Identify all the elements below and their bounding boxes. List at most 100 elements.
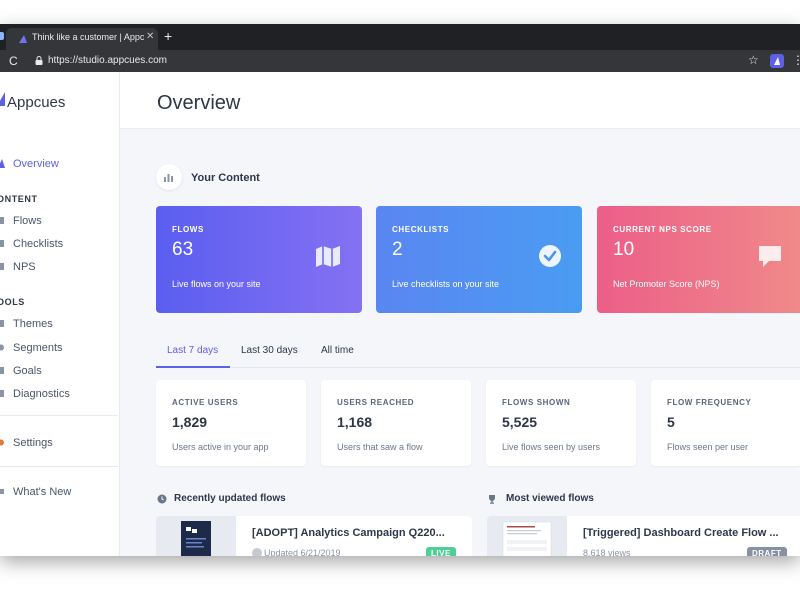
sidebar: Appcues Overview ONTENT Flows Checklists… (0, 72, 120, 556)
flow-thumbnail (156, 516, 236, 556)
card-value: 2 (392, 239, 403, 260)
goals-icon (0, 367, 4, 374)
sidebar-item-label: Goals (13, 365, 42, 377)
chat-bubble-icon (759, 246, 781, 267)
trophy-icon (489, 495, 495, 504)
sidebar-item-label: What's New (13, 486, 72, 498)
card-value: 63 (172, 239, 194, 260)
stat-value: 1,829 (172, 414, 208, 430)
tools-section-heading: OOLS (0, 297, 25, 307)
status-badge: LIVE (426, 547, 456, 556)
url-field[interactable]: https://studio.appcues.com (48, 55, 167, 66)
your-content-title: Your Content (191, 172, 260, 184)
flows-card[interactable]: FLOWS 63 Live flows on your site (156, 206, 362, 313)
reload-icon[interactable]: C (9, 54, 18, 68)
stat-label: ACTIVE USERS (172, 398, 239, 407)
stat-description: Users active in your app (172, 442, 269, 452)
card-description: Live flows on your site (172, 279, 261, 289)
sidebar-divider (0, 466, 118, 467)
megaphone-icon (0, 489, 4, 494)
your-content-icon-wrapper (156, 164, 182, 190)
stat-label: FLOW FREQUENCY (667, 398, 752, 407)
flow-thumbnail (487, 516, 567, 556)
main-content: Overview Your Content FLOWS 63 Live flow… (120, 72, 800, 556)
card-description: Net Promoter Score (NPS) (613, 279, 720, 289)
checklists-card[interactable]: CHECKLISTS 2 Live checklists on your sit… (376, 206, 582, 313)
page-title: Overview (157, 92, 241, 114)
brand-name: Appcues (7, 94, 66, 111)
close-tab-icon[interactable]: ✕ (146, 31, 154, 42)
browser-menu-icon[interactable]: ⋮ (792, 53, 800, 67)
browser-window: Think like a customer | Appcues ✕ + C ht… (0, 24, 800, 556)
sidebar-item-label: Overview (13, 158, 59, 170)
tab-all-time[interactable]: All time (321, 345, 354, 356)
card-description: Live checklists on your site (392, 279, 500, 289)
appcues-app: Appcues Overview ONTENT Flows Checklists… (0, 72, 800, 556)
nps-icon (0, 263, 4, 270)
stat-card-users-reached: USERS REACHED 1,168 Users that saw a flo… (321, 380, 471, 466)
sidebar-item-label: NPS (13, 261, 36, 273)
sidebar-item-label: Settings (13, 437, 53, 449)
tab-last-7-days[interactable]: Last 7 days (167, 345, 218, 356)
status-badge: DRAFT (747, 547, 787, 556)
segments-icon (0, 344, 4, 351)
most-viewed-heading: Most viewed flows (506, 493, 594, 504)
tab-last-30-days[interactable]: Last 30 days (241, 345, 298, 356)
gear-icon (0, 439, 4, 446)
stat-description: Flows seen per user (667, 442, 749, 452)
card-label: CURRENT NPS SCORE (613, 225, 712, 234)
stat-label: USERS REACHED (337, 398, 415, 407)
sidebar-item-label: Diagnostics (13, 388, 70, 400)
avatar (252, 548, 262, 556)
sidebar-item-label: Checklists (13, 238, 64, 250)
stat-card-flows-shown: FLOWS SHOWN 5,525 Live flows seen by use… (486, 380, 636, 466)
recent-flow-card[interactable]: [ADOPT] Analytics Campaign Q220... Updat… (156, 516, 472, 556)
flow-title[interactable]: [ADOPT] Analytics Campaign Q220... (252, 527, 445, 539)
flow-view-count: 8,618 views (583, 548, 631, 556)
diagnostics-icon (0, 390, 4, 397)
browser-tab[interactable]: Think like a customer | Appcues ✕ (6, 28, 158, 50)
tab-bar: Think like a customer | Appcues ✕ + (0, 24, 800, 50)
viewed-flow-card[interactable]: [Triggered] Dashboard Create Flow ... 8,… (487, 516, 800, 556)
bar-chart-icon (164, 174, 173, 182)
card-value: 10 (613, 239, 635, 260)
new-tab-button[interactable]: + (164, 29, 172, 43)
card-label: FLOWS (172, 225, 204, 234)
stat-value: 5,525 (502, 414, 538, 430)
flow-updated-date: Updated 6/21/2019 (264, 548, 341, 556)
map-icon (0, 217, 4, 224)
sidebar-item-label: Themes (13, 318, 53, 330)
stat-card-flow-frequency: FLOW FREQUENCY 5 Flows seen per user (651, 380, 800, 466)
address-bar: C https://studio.appcues.com ☆ ⋮ (0, 50, 800, 72)
stat-value: 1,168 (337, 414, 373, 430)
stat-card-active-users: ACTIVE USERS 1,829 Users active in your … (156, 380, 306, 466)
checklist-icon (0, 240, 4, 247)
tab-title: Think like a customer | Appcues (32, 32, 144, 42)
page-header: Overview (120, 72, 800, 129)
stat-description: Users that saw a flow (337, 442, 423, 452)
stat-value: 5 (667, 414, 675, 430)
sidebar-item-label: Flows (13, 215, 42, 227)
overview-icon (0, 159, 5, 168)
appcues-favicon-icon (19, 35, 27, 43)
bookmark-star-icon[interactable]: ☆ (748, 53, 759, 67)
theme-icon (0, 320, 4, 327)
sidebar-divider (0, 415, 118, 416)
nps-card[interactable]: CURRENT NPS SCORE 10 Net Promoter Score … (597, 206, 800, 313)
lock-icon (35, 56, 43, 65)
tab-divider (156, 367, 800, 368)
sidebar-item-label: Segments (13, 342, 63, 354)
recently-updated-heading: Recently updated flows (174, 493, 286, 504)
appcues-logo-icon (0, 92, 5, 106)
stat-label: FLOWS SHOWN (502, 398, 571, 407)
content-section-heading: ONTENT (0, 194, 38, 204)
appcues-extension-icon[interactable] (770, 54, 784, 68)
stat-description: Live flows seen by users (502, 442, 601, 452)
map-icon (316, 246, 340, 267)
clock-icon (157, 494, 167, 504)
flow-title[interactable]: [Triggered] Dashboard Create Flow ... (583, 527, 779, 539)
previous-tab-edge[interactable] (0, 32, 4, 40)
active-tab-underline (156, 366, 230, 368)
check-circle-icon (539, 245, 561, 267)
card-label: CHECKLISTS (392, 225, 450, 234)
